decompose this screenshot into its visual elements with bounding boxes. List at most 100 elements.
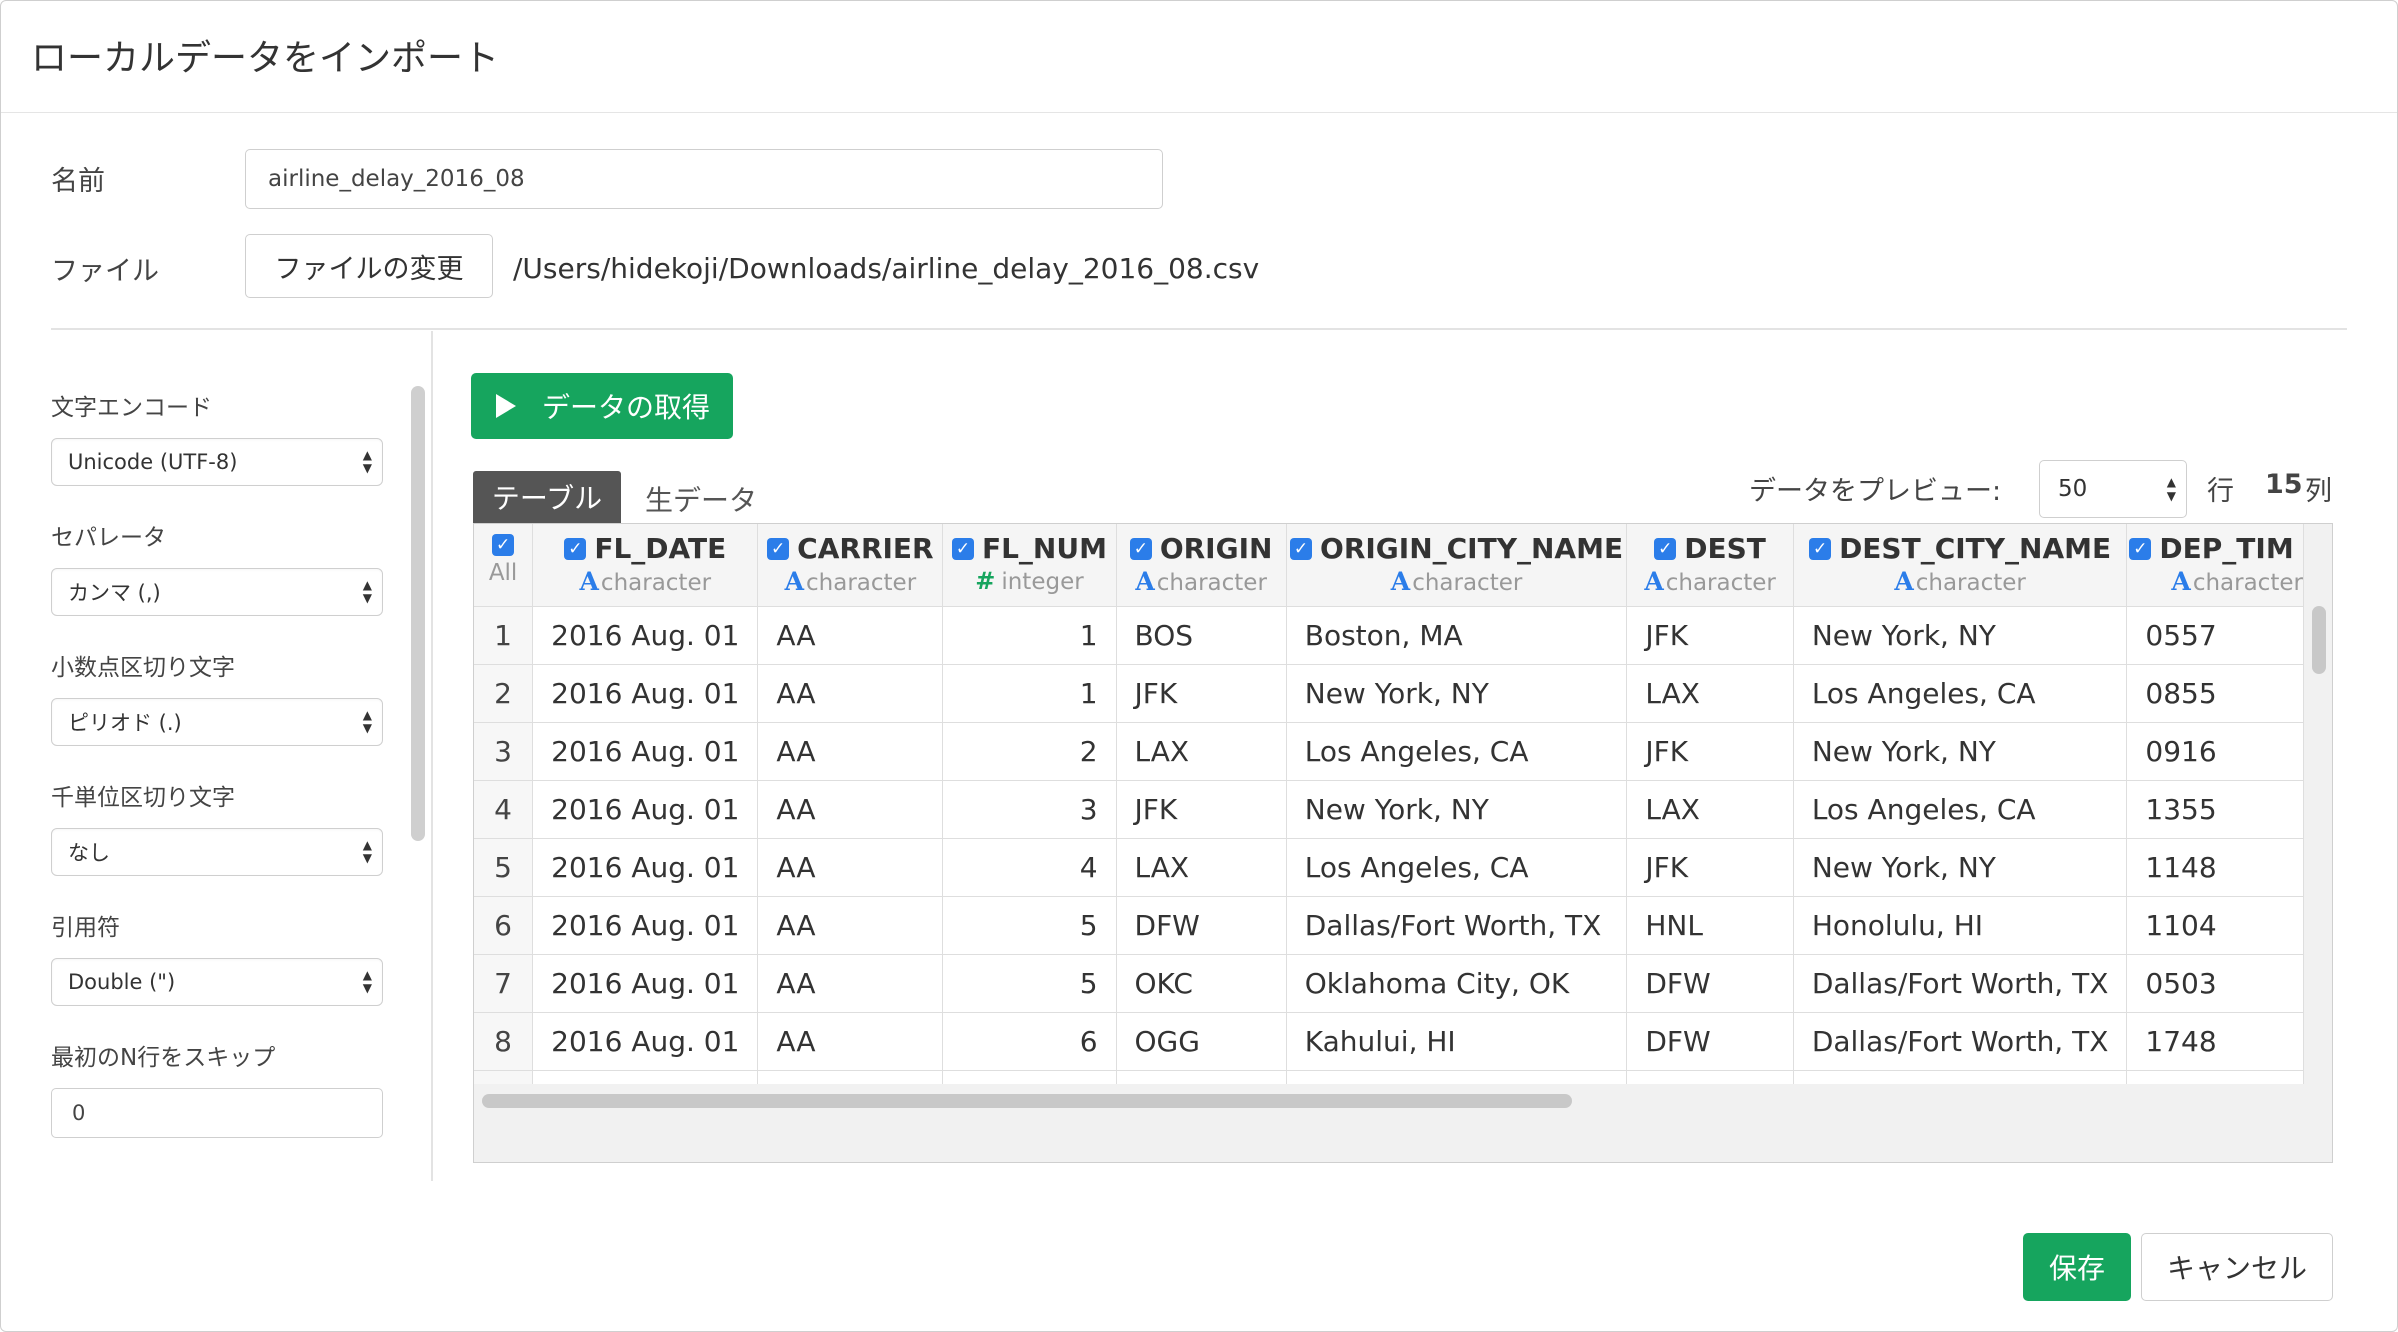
checkbox-icon[interactable]: ✓: [1129, 537, 1152, 560]
table-cell: [942, 1070, 1117, 1084]
checkbox-icon[interactable]: ✓: [767, 537, 790, 560]
select-arrows-icon: ▲ ▼: [362, 448, 372, 475]
table-cell: 2016 Aug. 01: [532, 954, 759, 1013]
column-type: character: [2192, 570, 2303, 596]
encoding-value: Unicode (UTF-8): [68, 450, 238, 474]
table-row: 7 2016 Aug. 01 AA 5 OKC Oklahoma City, OK DFW D…: [474, 954, 2304, 1013]
encoding-select[interactable]: Unicode (UTF-8) ▲ ▼: [51, 438, 383, 486]
all-label: All: [488, 560, 518, 586]
checkbox-icon[interactable]: ✓: [1809, 537, 1832, 560]
column-header[interactable]: ✓ DEP_TIM Acharacter: [2126, 524, 2304, 607]
table-cell: 2016 Aug. 01: [532, 722, 759, 781]
column-header[interactable]: ✓ ORIGIN_CITY_NAME Acharacter: [1286, 524, 1628, 607]
preview-rows-select[interactable]: 50 ▲ ▼: [2039, 460, 2187, 518]
table-cell: New York, NY: [1793, 722, 2128, 781]
data-grid-viewport: ✓ All ✓ FL_DATE Acharacter ✓ CARRIER Acharac…: [474, 524, 2304, 1084]
table-cell: BOS: [1116, 606, 1287, 665]
table-cell: DFW: [1116, 896, 1287, 955]
table-cell: AA: [757, 722, 944, 781]
options-scrollbar[interactable]: [411, 386, 425, 841]
column-header[interactable]: ✓ DEST_CITY_NAME Acharacter: [1793, 524, 2128, 607]
table-cell: 1148: [2126, 838, 2304, 897]
table-cell: 2016 Aug. 01: [532, 1012, 759, 1071]
table-cell: [1286, 1070, 1628, 1084]
table-cell: JFK: [1626, 606, 1794, 665]
grid-horizontal-scrollbar[interactable]: [482, 1094, 1572, 1108]
table-cell: 2016 Aug. 01: [532, 606, 759, 665]
import-dialog: ローカルデータをインポート 名前 airline_delay_2016_08 フ…: [0, 0, 2398, 1332]
column-type: character: [1915, 570, 2026, 596]
thousands-select[interactable]: なし ▲ ▼: [51, 828, 383, 876]
checkbox-icon[interactable]: ✓: [492, 534, 515, 556]
table-cell: 0503: [2126, 954, 2304, 1013]
table-cell: LAX: [1626, 780, 1794, 839]
character-type-icon: A: [1135, 567, 1155, 596]
decimal-value: ピリオド (.): [68, 711, 182, 735]
table-row: 6 2016 Aug. 01 AA 5 DFW Dallas/Fort Worth, TX…: [474, 896, 2304, 955]
table-cell: Honolulu, HI: [1793, 896, 2128, 955]
column-header[interactable]: ✓ CARRIER Acharacter: [757, 524, 944, 607]
table-cell: LAX: [1626, 664, 1794, 723]
table-cell: [1793, 1070, 2128, 1084]
table-cell: Boston, MA: [1286, 606, 1628, 665]
select-arrows-icon: ▲ ▼: [362, 708, 372, 735]
table-cell: AA: [757, 838, 944, 897]
preview-rows-value: 50: [2058, 476, 2088, 502]
separator-select[interactable]: カンマ (,) ▲ ▼: [51, 568, 383, 616]
table-cell: 6: [942, 1012, 1117, 1071]
checkbox-icon[interactable]: ✓: [951, 537, 974, 560]
checkbox-icon[interactable]: ✓: [564, 537, 587, 560]
quote-select[interactable]: Double (") ▲ ▼: [51, 958, 383, 1006]
change-file-button[interactable]: ファイルの変更: [245, 234, 493, 298]
skip-rows-input[interactable]: 0: [51, 1088, 383, 1138]
vertical-divider: [431, 331, 433, 1181]
row-number: 5: [474, 838, 534, 897]
save-button[interactable]: 保存: [2023, 1233, 2131, 1301]
table-row-partial: [474, 1070, 2304, 1084]
fetch-data-label: データの取得: [542, 391, 711, 424]
decimal-select[interactable]: ピリオド (.) ▲ ▼: [51, 698, 383, 746]
table-cell: 2016 Aug. 01: [532, 780, 759, 839]
checkbox-icon[interactable]: ✓: [1290, 537, 1313, 560]
column-header[interactable]: ✓ DEST Acharacter: [1626, 524, 1794, 607]
cancel-button[interactable]: キャンセル: [2141, 1233, 2333, 1301]
table-cell: DFW: [1626, 954, 1794, 1013]
column-type: character: [1665, 570, 1776, 596]
tab-raw-data[interactable]: 生データ: [645, 479, 757, 519]
table-row: 8 2016 Aug. 01 AA 6 OGG Kahului, HI DFW Dallas/…: [474, 1012, 2304, 1071]
column-header[interactable]: ✓ FL_NUM # integer: [942, 524, 1117, 607]
table-cell: 0855: [2126, 664, 2304, 723]
table-cell: Dallas/Fort Worth, TX: [1286, 896, 1628, 955]
tab-table[interactable]: テーブル: [473, 471, 621, 523]
select-all-header[interactable]: ✓ All: [474, 524, 534, 607]
table-row: 3 2016 Aug. 01 AA 2 LAX Los Angeles, CA JFK New…: [474, 722, 2304, 781]
table-cell: Los Angeles, CA: [1793, 664, 2128, 723]
table-cell: 2016 Aug. 01: [532, 896, 759, 955]
checkbox-icon[interactable]: ✓: [1654, 537, 1677, 560]
divider: [51, 328, 2347, 330]
fetch-data-button[interactable]: データの取得: [471, 373, 733, 439]
data-grid: ✓ All ✓ FL_DATE Acharacter ✓ CARRIER Acharac…: [473, 523, 2333, 1163]
separator-label: セパレータ: [51, 525, 166, 551]
table-cell: Dallas/Fort Worth, TX: [1793, 1012, 2128, 1071]
separator-value: カンマ (,): [68, 581, 161, 605]
column-type: character: [806, 570, 917, 596]
decimal-label: 小数点区切り文字: [51, 655, 235, 681]
name-input[interactable]: airline_delay_2016_08: [245, 149, 1163, 209]
row-number: 3: [474, 722, 534, 781]
grid-vertical-scrollbar[interactable]: [2312, 606, 2326, 674]
table-cell: AA: [757, 896, 944, 955]
table-cell: 1: [942, 606, 1117, 665]
skip-label: 最初のN行をスキップ: [51, 1045, 276, 1071]
checkbox-icon[interactable]: ✓: [2129, 537, 2152, 560]
table-row: 5 2016 Aug. 01 AA 4 LAX Los Angeles, CA JFK New…: [474, 838, 2304, 897]
table-cell: Oklahoma City, OK: [1286, 954, 1628, 1013]
table-cell: Los Angeles, CA: [1793, 780, 2128, 839]
table-cell: DFW: [1626, 1012, 1794, 1071]
column-header[interactable]: ✓ FL_DATE Acharacter: [532, 524, 759, 607]
column-header[interactable]: ✓ ORIGIN Acharacter: [1116, 524, 1287, 607]
table-cell: [1116, 1070, 1287, 1084]
character-type-icon: A: [1894, 567, 1914, 596]
column-type: integer: [1001, 569, 1084, 595]
table-cell: [757, 1070, 944, 1084]
